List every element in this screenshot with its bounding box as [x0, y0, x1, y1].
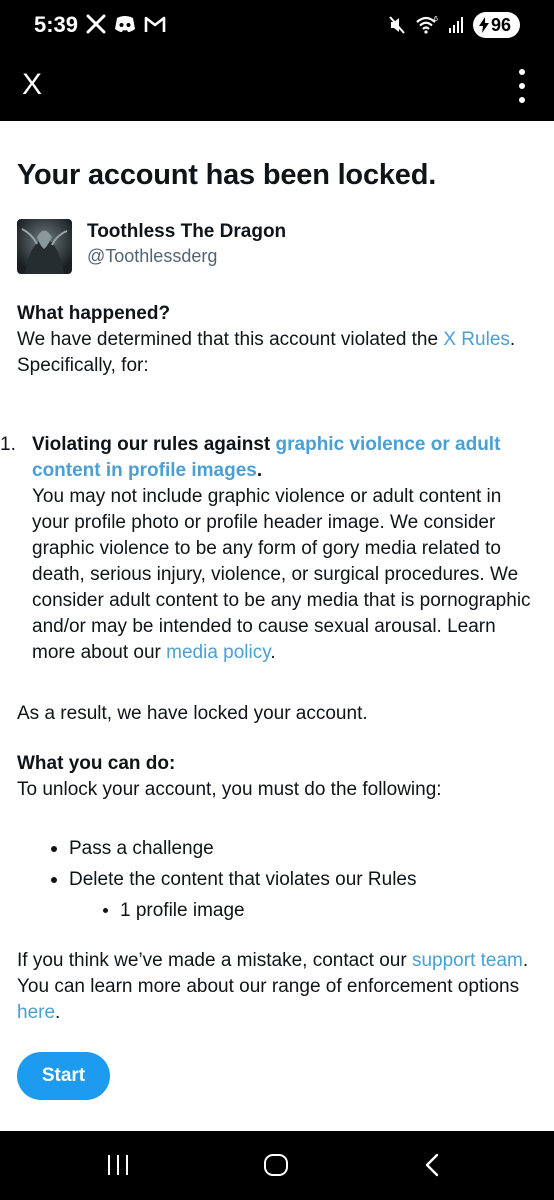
sub-step-label: 1 profile image — [120, 899, 245, 921]
system-nav-bar — [0, 1131, 554, 1200]
violation-title: Violating our rules against graphic viol… — [32, 432, 534, 484]
signal-icon — [448, 17, 463, 33]
mute-icon — [389, 16, 405, 34]
notification-icons — [86, 14, 166, 34]
recent-line — [126, 1155, 128, 1175]
back-icon[interactable] — [424, 1153, 440, 1177]
bullet-icon — [103, 908, 108, 913]
locked-account-page: Your account has been locked. Toothless … — [0, 121, 554, 1131]
charging-icon — [478, 17, 489, 33]
battery-level: 96 — [490, 14, 511, 35]
bullet-icon — [51, 845, 57, 852]
recent-apps-icon[interactable] — [108, 1155, 128, 1175]
x-logo-icon — [86, 14, 106, 34]
close-icon[interactable]: X — [22, 68, 48, 102]
what-you-can-do-heading: What you can do: — [17, 753, 176, 774]
step-label: Pass a challenge — [69, 837, 214, 859]
violation-lead: Violating our rules against — [32, 434, 276, 455]
recent-line — [108, 1155, 110, 1175]
violation-number: 1. — [0, 434, 16, 455]
list-item: Delete the content that violates our Rul… — [17, 864, 537, 895]
profile-card: Toothless The Dragon @Toothlessderg — [17, 219, 537, 275]
support-team-link[interactable]: support team — [412, 950, 523, 971]
more-dot — [519, 69, 525, 75]
svg-text:6: 6 — [434, 16, 438, 23]
avatar — [17, 219, 72, 274]
status-right: 6 96 — [388, 12, 520, 38]
what-you-can-do-section: What you can do: To unlock your account,… — [17, 751, 537, 803]
what-happened-heading: What happened? — [17, 303, 171, 324]
media-policy-link[interactable]: media policy — [166, 642, 270, 663]
status-bar: 5:39 6 96 — [0, 0, 554, 52]
start-button[interactable]: Start — [17, 1052, 110, 1100]
battery-indicator: 96 — [472, 12, 520, 38]
violation-body-end: . — [270, 642, 276, 663]
more-vertical-icon[interactable] — [512, 66, 532, 106]
recent-line — [117, 1155, 119, 1175]
home-icon[interactable] — [264, 1154, 288, 1176]
violation-lead-end: . — [256, 460, 263, 481]
step-label: Delete the content that violates our Rul… — [69, 868, 417, 890]
contact-text: If you think we’ve made a mistake, conta… — [17, 948, 537, 1026]
more-dot — [519, 97, 525, 103]
list-item: 1 profile image — [17, 895, 537, 926]
what-you-can-do-text: To unlock your account, you must do the … — [17, 779, 442, 800]
bullet-icon — [51, 876, 57, 883]
violation-item: 1. Violating our rules against graphic v… — [0, 432, 554, 666]
contact-text-before: If you think we’ve made a mistake, conta… — [17, 950, 412, 971]
what-happened-text-before: We have determined that this account vio… — [17, 329, 444, 350]
list-item: Pass a challenge — [17, 833, 537, 864]
violation-body: You may not include graphic violence or … — [32, 484, 534, 666]
contact-text-after: . — [55, 1002, 61, 1023]
what-happened-text: We have determined that this account vio… — [17, 327, 537, 379]
page-title: Your account has been locked. — [17, 159, 437, 191]
display-name: Toothless The Dragon — [87, 221, 287, 242]
result-text: As a result, we have locked your account… — [17, 703, 368, 724]
status-time: 5:39 — [34, 12, 79, 37]
gmail-icon — [144, 16, 166, 32]
app-bar: X — [0, 52, 554, 121]
unlock-steps: Pass a challenge Delete the content that… — [17, 833, 537, 926]
discord-icon — [115, 16, 135, 32]
more-dot — [519, 83, 525, 89]
violation-body-text: You may not include graphic violence or … — [32, 486, 531, 663]
user-handle: @Toothlessderg — [87, 246, 218, 266]
wifi-icon: 6 — [416, 16, 438, 34]
what-happened-section: What happened? We have determined that t… — [17, 301, 537, 379]
x-rules-link[interactable]: X Rules — [443, 329, 510, 350]
enforcement-options-link[interactable]: here — [17, 1002, 55, 1023]
